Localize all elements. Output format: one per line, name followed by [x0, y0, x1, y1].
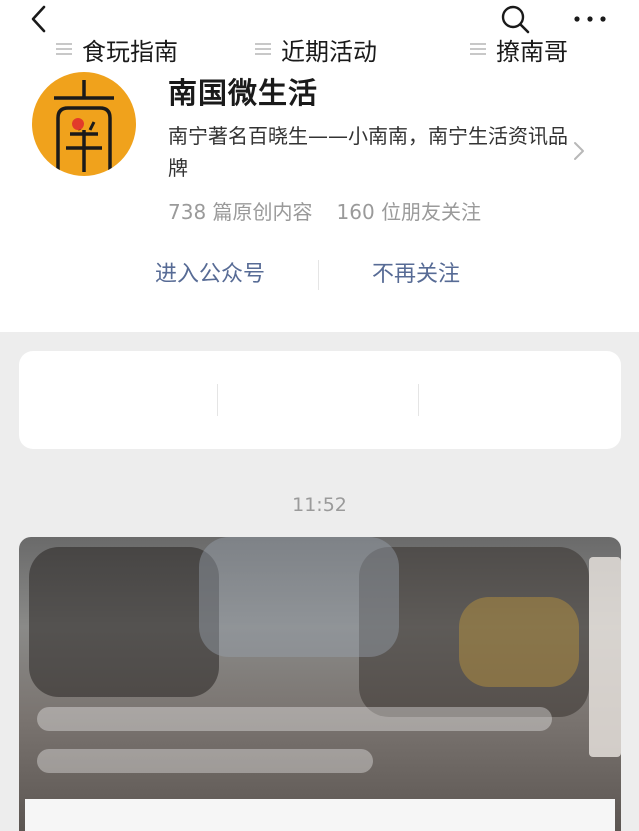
unfollow-button[interactable]: 不再关注	[346, 258, 486, 292]
chevron-right-icon	[574, 142, 584, 160]
menu-item-label: 近期活动	[281, 37, 377, 66]
custom-menu	[19, 351, 621, 449]
more-button[interactable]	[570, 2, 610, 36]
back-button[interactable]	[24, 2, 56, 36]
menu-item-contact[interactable]: 撩南哥	[470, 0, 568, 98]
account-detail-button[interactable]	[570, 140, 588, 162]
article-count: 738 篇原创内容	[168, 200, 313, 224]
menu-lines-icon	[56, 40, 72, 58]
account-stats: 738 篇原创内容 160 位朋友关注	[168, 196, 481, 225]
article-card[interactable]	[19, 537, 621, 831]
chevron-left-icon	[31, 5, 46, 33]
message-timestamp: 11:52	[292, 494, 347, 516]
menu-item-food-guide[interactable]: 食玩指南	[56, 0, 178, 98]
article-summary-strip	[25, 799, 615, 831]
menu-lines-icon	[255, 40, 271, 58]
menu-lines-icon	[470, 40, 486, 58]
more-horizontal-icon	[574, 16, 606, 22]
menu-divider	[418, 384, 419, 416]
enter-account-button[interactable]: 进入公众号	[130, 258, 290, 292]
account-description[interactable]: 南宁著名百晓生——小南南，南宁生活资讯品牌	[168, 120, 568, 184]
menu-item-label: 撩南哥	[496, 37, 568, 66]
menu-divider	[217, 384, 218, 416]
menu-item-events[interactable]: 近期活动	[255, 0, 377, 98]
menu-item-label: 食玩指南	[82, 37, 178, 66]
article-title-blurred	[37, 707, 597, 791]
action-divider	[318, 260, 319, 290]
friends-count: 160 位朋友关注	[336, 200, 482, 224]
